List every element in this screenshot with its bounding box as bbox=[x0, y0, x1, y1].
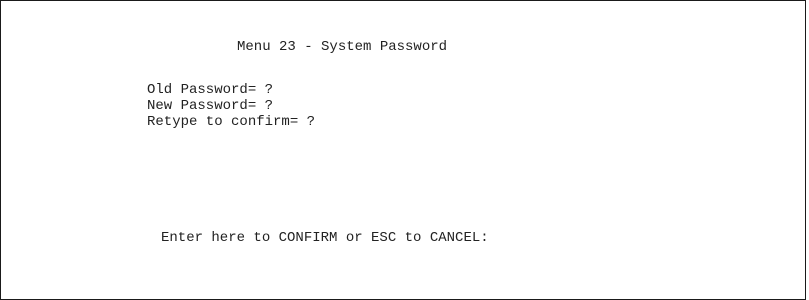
retype-confirm-field[interactable]: Retype to confirm= ? bbox=[147, 114, 315, 130]
menu-title: Menu 23 - System Password bbox=[237, 39, 448, 55]
terminal-screen: Menu 23 - System Password Old Password= … bbox=[0, 0, 806, 300]
confirm-cancel-prompt[interactable]: Enter here to CONFIRM or ESC to CANCEL: bbox=[161, 230, 489, 246]
new-password-field[interactable]: New Password= ? bbox=[147, 98, 273, 114]
old-password-field[interactable]: Old Password= ? bbox=[147, 82, 273, 98]
